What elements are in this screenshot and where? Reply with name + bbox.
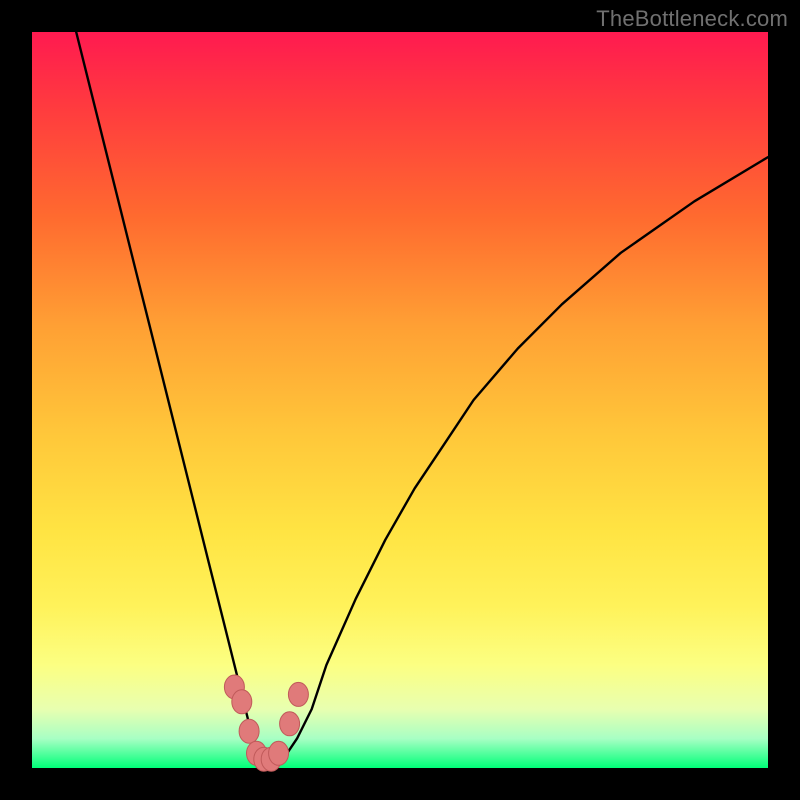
marker-dot [232,690,252,714]
highlight-markers [224,675,308,771]
chart-svg [32,32,768,768]
chart-frame: TheBottleneck.com [0,0,800,800]
marker-dot [269,741,289,765]
marker-dot [239,719,259,743]
marker-dot [288,682,308,706]
watermark-text: TheBottleneck.com [596,6,788,32]
bottleneck-curve [76,32,768,761]
marker-dot [280,712,300,736]
